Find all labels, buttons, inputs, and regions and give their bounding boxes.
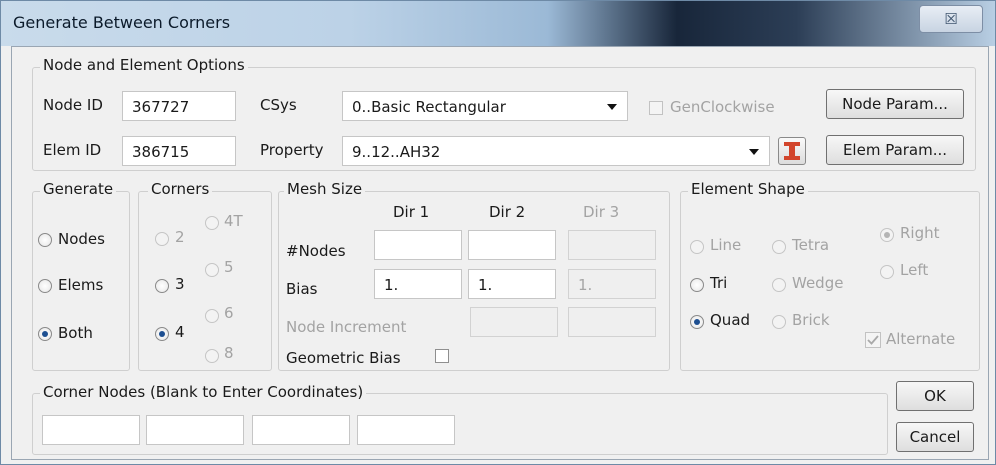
- orientation-left-label: Left: [900, 261, 929, 279]
- corners-5-radio[interactable]: [205, 263, 219, 277]
- corners-4t-label: 4T: [224, 212, 243, 230]
- generate-elems-radio[interactable]: [38, 279, 52, 293]
- node-increment-label: Node Increment: [286, 318, 407, 336]
- shape-line-label: Line: [710, 236, 742, 254]
- shape-brick-radio[interactable]: [772, 315, 786, 329]
- generate-group-label: Generate: [40, 180, 117, 198]
- property-select[interactable]: 9..12..AH32: [342, 136, 770, 166]
- geometric-bias-label: Geometric Bias: [286, 349, 401, 367]
- shape-wedge-label: Wedge: [792, 274, 844, 292]
- corners-group-label: Corners: [148, 180, 213, 198]
- property-ibeam-button[interactable]: [778, 137, 806, 165]
- dir-3-header: Dir 3: [583, 203, 620, 221]
- dialog-client-area: Node and Element Options Node ID 367727 …: [11, 46, 989, 460]
- csys-selected-value: 0..Basic Rectangular: [352, 98, 506, 116]
- elem-id-label: Elem ID: [43, 141, 102, 159]
- dir-1-header: Dir 1: [393, 203, 430, 221]
- nodes-dir3-input[interactable]: [568, 230, 656, 260]
- property-selected-value: 9..12..AH32: [352, 143, 441, 161]
- shape-wedge-radio[interactable]: [772, 278, 786, 292]
- generate-elems-label: Elems: [58, 276, 104, 294]
- chevron-down-icon: [607, 104, 617, 110]
- shape-tri-radio[interactable]: [690, 278, 704, 292]
- generate-nodes-label: Nodes: [58, 230, 105, 248]
- corners-8-label: 8: [224, 344, 234, 362]
- node-param-button[interactable]: Node Param...: [826, 89, 964, 119]
- node-id-field[interactable]: 367727: [122, 91, 236, 121]
- property-label: Property: [260, 141, 324, 159]
- title-bar[interactable]: Generate Between Corners ☒: [1, 1, 995, 46]
- mesh-size-group-label: Mesh Size: [284, 180, 366, 198]
- corners-2-label: 2: [175, 228, 185, 246]
- orientation-right-label: Right: [900, 224, 940, 242]
- node-increment-dir3-input[interactable]: [568, 307, 656, 337]
- node-increment-dir2-input[interactable]: [470, 307, 558, 337]
- bias-dir1-input[interactable]: 1.: [374, 269, 462, 299]
- corner-node-2-input[interactable]: [146, 415, 244, 445]
- nodes-count-label: #Nodes: [286, 242, 346, 260]
- checkmark-icon: [867, 335, 879, 345]
- dialog-window: Generate Between Corners ☒ Node and Elem…: [0, 0, 996, 465]
- corners-4-label: 4: [175, 323, 185, 341]
- geometric-bias-checkbox[interactable]: [435, 349, 449, 363]
- cancel-button[interactable]: Cancel: [896, 422, 974, 452]
- elem-param-button[interactable]: Elem Param...: [826, 135, 964, 165]
- generate-both-radio[interactable]: [38, 327, 52, 341]
- generate-both-label: Both: [58, 324, 93, 342]
- corners-6-label: 6: [224, 304, 234, 322]
- csys-label: CSys: [260, 96, 297, 114]
- genclockwise-label: GenClockwise: [670, 98, 775, 116]
- corners-5-label: 5: [224, 258, 234, 276]
- corners-6-radio[interactable]: [205, 309, 219, 323]
- shape-tri-label: Tri: [710, 274, 728, 292]
- corners-2-radio[interactable]: [155, 232, 169, 246]
- shape-tetra-radio[interactable]: [772, 240, 786, 254]
- shape-tetra-label: Tetra: [792, 236, 830, 254]
- corner-nodes-group-label: Corner Nodes (Blank to Enter Coordinates…: [40, 383, 367, 401]
- nodes-dir1-input[interactable]: [374, 230, 462, 260]
- close-icon: ☒: [944, 10, 958, 28]
- ibeam-icon: [784, 142, 800, 160]
- close-button[interactable]: ☒: [919, 5, 983, 33]
- shape-quad-label: Quad: [710, 311, 751, 329]
- corners-3-radio[interactable]: [155, 279, 169, 293]
- generate-nodes-radio[interactable]: [38, 233, 52, 247]
- alternate-checkbox[interactable]: [865, 332, 881, 348]
- nodes-dir2-input[interactable]: [468, 230, 556, 260]
- corners-8-radio[interactable]: [205, 349, 219, 363]
- corner-node-3-input[interactable]: [252, 415, 350, 445]
- node-id-label: Node ID: [43, 96, 103, 114]
- genclockwise-checkbox[interactable]: [649, 101, 663, 115]
- dir-2-header: Dir 2: [489, 203, 526, 221]
- shape-line-radio[interactable]: [690, 240, 704, 254]
- bias-dir2-input[interactable]: 1.: [468, 269, 556, 299]
- element-shape-group-label: Element Shape: [688, 180, 808, 198]
- corners-4t-radio[interactable]: [205, 216, 219, 230]
- corner-node-1-input[interactable]: [42, 415, 140, 445]
- corner-node-4-input[interactable]: [357, 415, 455, 445]
- ok-button[interactable]: OK: [896, 381, 974, 411]
- alternate-label: Alternate: [886, 330, 956, 348]
- bias-dir3-input[interactable]: 1.: [568, 269, 656, 299]
- orientation-left-radio[interactable]: [880, 265, 894, 279]
- shape-brick-label: Brick: [792, 311, 830, 329]
- elem-id-field[interactable]: 386715: [122, 136, 236, 166]
- bias-label: Bias: [286, 280, 318, 298]
- chevron-down-icon: [749, 149, 759, 155]
- shape-quad-radio[interactable]: [690, 315, 704, 329]
- node-element-options-label: Node and Element Options: [40, 56, 248, 74]
- csys-select[interactable]: 0..Basic Rectangular: [342, 91, 628, 121]
- corners-3-label: 3: [175, 275, 185, 293]
- window-title: Generate Between Corners: [13, 13, 231, 32]
- orientation-right-radio[interactable]: [880, 228, 894, 242]
- corners-4-radio[interactable]: [155, 327, 169, 341]
